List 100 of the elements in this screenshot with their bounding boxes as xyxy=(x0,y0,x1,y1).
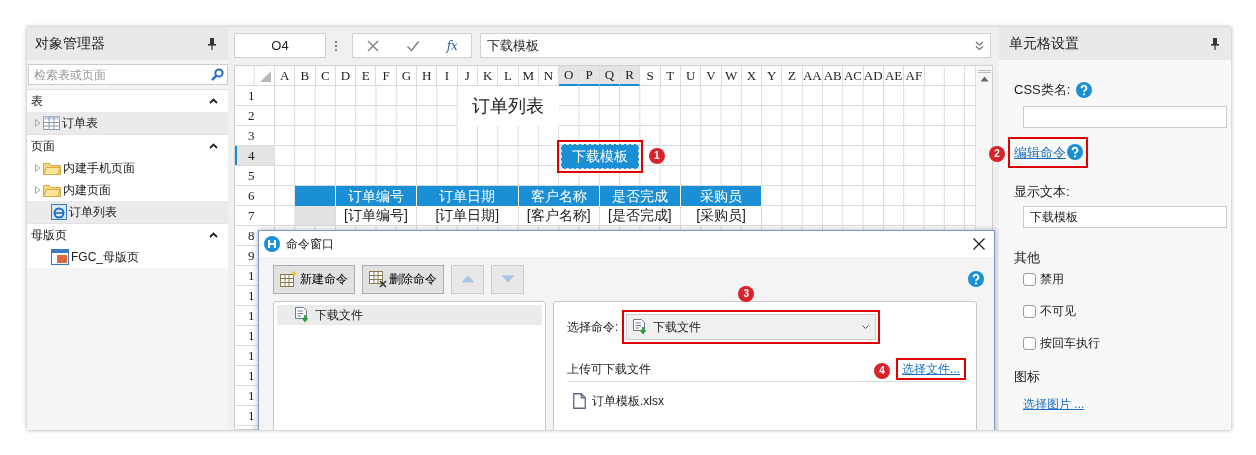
insert-function-button[interactable]: fx xyxy=(446,36,458,55)
formula-field[interactable]: 下载模板 xyxy=(480,33,991,58)
checkbox[interactable] xyxy=(1023,304,1036,318)
help-icon[interactable] xyxy=(1067,144,1083,161)
column-header[interactable]: O xyxy=(559,66,580,86)
delete-command-button[interactable]: 删除命令 xyxy=(362,264,444,294)
shaded-cell xyxy=(295,206,336,226)
tree-item[interactable]: 订单列表 xyxy=(27,201,228,223)
check-icon[interactable] xyxy=(406,38,421,53)
select-all-triangle-icon[interactable] xyxy=(260,71,271,82)
new-command-button[interactable]: 新建命令 xyxy=(273,264,355,294)
section-label: 上传可下载文件 xyxy=(567,361,651,378)
column-header[interactable]: V xyxy=(701,66,722,86)
document-download-icon xyxy=(295,307,309,323)
tree-item[interactable]: 内建页面 xyxy=(27,179,228,201)
search-field[interactable]: 检索表或页面 xyxy=(28,64,228,85)
scroll-up-arrow-icon[interactable] xyxy=(979,76,989,82)
column-header[interactable]: B xyxy=(295,66,316,86)
cancel-icon[interactable] xyxy=(366,38,381,53)
tree-item[interactable]: 内建手机页面 xyxy=(27,157,228,179)
field-label: 显示文本: xyxy=(1014,183,1071,201)
table-header-cell: 客户名称 xyxy=(518,186,600,206)
web-page-icon xyxy=(51,204,67,220)
file-icon xyxy=(573,393,586,409)
column-header[interactable]: AC xyxy=(843,66,864,86)
table-cross-icon xyxy=(369,270,387,288)
expander-triangle-icon[interactable] xyxy=(35,119,41,127)
checkbox[interactable] xyxy=(1023,272,1036,286)
expander-triangle-icon[interactable] xyxy=(35,186,41,194)
tree-item-label: 内建手机页面 xyxy=(63,160,135,177)
document-download-icon xyxy=(633,319,648,335)
table-icon xyxy=(43,116,60,130)
section-header[interactable]: 页面 xyxy=(27,134,228,157)
select-image-link[interactable]: 选择图片 ... xyxy=(1023,394,1085,413)
column-header[interactable]: E xyxy=(356,66,377,86)
tree-item-label: FGC_母版页 xyxy=(71,249,139,266)
column-header[interactable]: Z xyxy=(782,66,803,86)
app-logo-icon xyxy=(264,236,280,252)
table-star-icon xyxy=(280,270,298,288)
sheet-button[interactable]: 下载模板 xyxy=(560,143,639,169)
collapse-chevron-icon[interactable] xyxy=(209,232,218,238)
close-icon[interactable] xyxy=(972,237,986,251)
callout-badge: 4 xyxy=(874,363,890,379)
checkbox[interactable] xyxy=(1023,336,1036,350)
column-header[interactable]: S xyxy=(640,66,661,86)
column-header[interactable]: P xyxy=(579,66,600,86)
caret-icon[interactable] xyxy=(862,324,870,330)
callout-badge: 1 xyxy=(648,147,665,164)
drag-handle-icon[interactable] xyxy=(334,39,338,52)
column-header[interactable]: R xyxy=(620,66,641,86)
checkbox-label: 禁用 xyxy=(1040,271,1064,288)
column-header[interactable]: AB xyxy=(823,66,844,86)
panel-title: 单元格设置 xyxy=(1009,34,1079,53)
column-header[interactable]: I xyxy=(437,66,458,86)
cell-name-field[interactable]: O4 xyxy=(234,33,326,58)
edit-command-link[interactable]: 编辑命令 xyxy=(1014,142,1066,162)
search-icon[interactable] xyxy=(211,68,224,81)
column-header[interactable]: Q xyxy=(599,66,621,86)
collapse-chevron-icon[interactable] xyxy=(209,143,218,149)
section-header[interactable]: 母版页 xyxy=(27,223,228,246)
window-title: 命令窗口 xyxy=(286,236,335,253)
field-label: CSS类名: xyxy=(1014,81,1071,99)
column-header[interactable]: AD xyxy=(863,66,884,86)
pin-icon[interactable] xyxy=(1211,37,1219,50)
section-title: 页面 xyxy=(31,138,55,155)
tree-item[interactable]: FGC_母版页 xyxy=(27,246,228,268)
command-dropdown[interactable]: 下载文件 xyxy=(626,314,877,340)
expander-triangle-icon[interactable] xyxy=(35,164,41,172)
help-icon[interactable] xyxy=(968,271,984,287)
formula-text: 下载模板 xyxy=(487,36,539,55)
pin-icon[interactable] xyxy=(208,37,216,50)
table-header-cell: 采购员 xyxy=(680,186,763,206)
row-header[interactable]: 4 xyxy=(235,146,275,166)
help-icon[interactable] xyxy=(1076,81,1093,98)
column-header[interactable]: L xyxy=(498,66,519,86)
expand-chevron-icon[interactable] xyxy=(975,40,984,51)
command-item[interactable]: 下载文件 xyxy=(277,305,542,325)
column-header[interactable]: F xyxy=(376,66,397,86)
section-title: 母版页 xyxy=(31,227,67,244)
collapse-chevron-icon[interactable] xyxy=(209,98,218,104)
section-title: 表 xyxy=(31,93,43,110)
tree-item-label: 内建页面 xyxy=(63,182,111,199)
table-header-cell: 订单日期 xyxy=(417,186,519,206)
folder-icon xyxy=(43,161,61,175)
section-header[interactable]: 表 xyxy=(27,89,228,112)
checkbox-label: 不可见 xyxy=(1040,303,1076,320)
down-triangle-icon xyxy=(500,275,515,283)
layout-icon xyxy=(51,249,69,265)
tree-item[interactable]: 订单表 xyxy=(27,112,228,134)
column-header[interactable]: AF xyxy=(904,66,925,86)
section-title: 图标 xyxy=(1014,368,1041,386)
field-label: 选择命令: xyxy=(567,319,619,336)
css-class-field[interactable] xyxy=(1023,105,1227,128)
sheet-title: 订单列表 xyxy=(457,86,560,126)
display-text-field[interactable]: 下载模板 xyxy=(1023,205,1227,228)
file-name: 订单模板.xlsx xyxy=(592,393,664,410)
folder-icon xyxy=(43,183,61,197)
callout-badge: 3 xyxy=(738,286,755,302)
column-header[interactable]: AE xyxy=(883,66,905,86)
select-file-link[interactable]: 选择文件... xyxy=(902,360,960,378)
